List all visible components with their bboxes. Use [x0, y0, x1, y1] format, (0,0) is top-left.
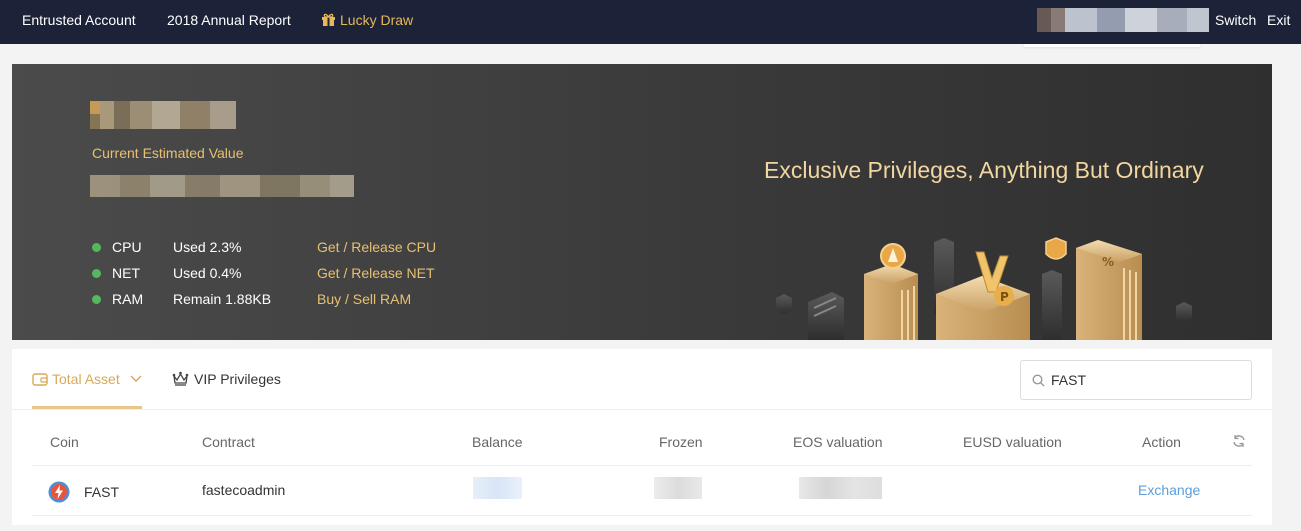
tabs-divider	[12, 409, 1272, 410]
exchange-link[interactable]: Exchange	[1138, 482, 1200, 498]
nav-lucky-draw[interactable]: Lucky Draw	[321, 12, 413, 28]
resource-usage: Used 2.3%	[173, 239, 242, 255]
resource-usage: Used 0.4%	[173, 265, 242, 281]
account-id-blurred-accent	[90, 101, 100, 114]
status-dot-icon	[92, 243, 101, 252]
switch-button[interactable]: Switch	[1215, 12, 1256, 28]
balance-blurred	[473, 477, 522, 499]
nav-entrusted-account[interactable]: Entrusted Account	[22, 12, 136, 28]
frozen-blurred	[654, 477, 702, 499]
estimated-value-label: Current Estimated Value	[92, 145, 244, 161]
resource-name: RAM	[112, 291, 144, 307]
lucky-draw-label: Lucky Draw	[340, 12, 414, 28]
tab-total-asset[interactable]: Total Asset	[32, 371, 142, 387]
privileges-illustration: P %	[776, 237, 1192, 340]
account-banner: Current Estimated Value CPU Used 2.3% Ge…	[12, 64, 1272, 340]
column-header-frozen: Frozen	[659, 434, 703, 450]
refresh-icon[interactable]	[1232, 434, 1246, 448]
column-header-eusd-valuation: EUSD valuation	[963, 434, 1062, 450]
resource-usage: Remain 1.88KB	[173, 291, 272, 307]
exit-button[interactable]: Exit	[1267, 12, 1290, 28]
eos-valuation-blurred	[799, 477, 882, 499]
tab-total-asset-label: Total Asset	[52, 371, 120, 387]
status-dot-icon	[92, 269, 101, 278]
get-release-cpu-link[interactable]: Get / Release CPU	[317, 239, 436, 255]
buy-sell-ram-link[interactable]: Buy / Sell RAM	[317, 291, 411, 307]
account-name-blurred	[1037, 8, 1209, 32]
column-header-balance: Balance	[472, 434, 523, 450]
get-release-net-link[interactable]: Get / Release NET	[317, 265, 435, 281]
column-header-action: Action	[1142, 434, 1181, 450]
column-header-contract: Contract	[202, 434, 255, 450]
contract-name: fastecoadmin	[202, 482, 286, 498]
coin-name: FAST	[84, 484, 120, 500]
asset-panel: Total Asset VIP Privileges Coin Contract…	[12, 349, 1272, 525]
column-header-coin: Coin	[50, 434, 79, 450]
estimated-value-blurred	[90, 175, 354, 197]
crown-icon	[172, 371, 189, 386]
account-dropdown-edge	[1024, 44, 1200, 47]
search-input[interactable]	[1051, 370, 1241, 390]
svg-text:P: P	[1000, 290, 1009, 304]
top-navigation-bar: Entrusted Account 2018 Annual Report Luc…	[0, 0, 1301, 44]
resource-name: NET	[112, 265, 140, 281]
column-header-eos-valuation: EOS valuation	[793, 434, 883, 450]
nav-annual-report[interactable]: 2018 Annual Report	[167, 12, 291, 28]
wallet-icon	[32, 373, 48, 386]
search-icon	[1032, 374, 1045, 387]
account-id-blurred	[90, 101, 236, 129]
chevron-down-icon	[130, 375, 142, 382]
search-box[interactable]	[1020, 360, 1252, 400]
header-divider	[32, 465, 1252, 466]
tab-vip-label: VIP Privileges	[194, 371, 281, 387]
fast-coin-icon	[48, 481, 70, 503]
status-dot-icon	[92, 295, 101, 304]
row-divider	[32, 515, 1252, 516]
resource-name: CPU	[112, 239, 142, 255]
banner-slogan: Exclusive Privileges, Anything But Ordin…	[764, 157, 1204, 183]
gift-icon	[322, 13, 335, 26]
svg-text:%: %	[1102, 255, 1114, 269]
tab-vip-privileges[interactable]: VIP Privileges	[172, 371, 281, 387]
